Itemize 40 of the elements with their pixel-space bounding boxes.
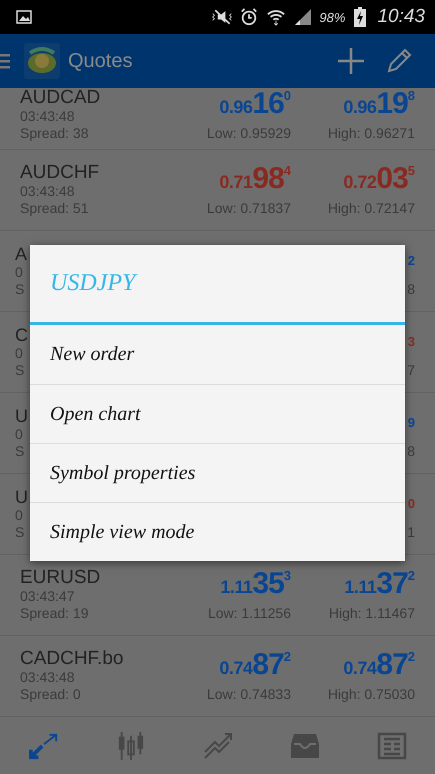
battery-percent: 98% xyxy=(319,10,346,24)
symbol-name: CADCHF.bo xyxy=(20,649,124,669)
dialog-title: USDJPY xyxy=(30,245,405,325)
mute-icon xyxy=(211,8,234,26)
menu-item[interactable]: Simple view mode xyxy=(30,502,405,561)
clock-time: 10:43 xyxy=(377,6,425,28)
ask-price: 9 xyxy=(408,414,415,432)
bid-price: 1.1135$^{3}$ xyxy=(220,568,291,602)
symbol-name: A xyxy=(15,244,28,264)
ask-price: 1.1137$^{2}$ xyxy=(344,568,415,602)
add-icon[interactable] xyxy=(337,47,365,75)
inbox-icon xyxy=(290,732,320,760)
bid-price: 0.7198$^{4}$ xyxy=(219,163,291,197)
ask-price: 3 xyxy=(408,332,415,350)
double-arrow-icon xyxy=(28,732,58,760)
gallery-icon xyxy=(16,10,32,24)
ask-price: 0.9619$^{8}$ xyxy=(343,88,415,122)
bid-price: 0.9616$^{0}$ xyxy=(219,88,291,122)
menu-icon[interactable] xyxy=(0,53,10,69)
ask-price: 2 xyxy=(408,252,415,270)
ask-price: 0.7487$^{2}$ xyxy=(343,649,415,683)
screen-title: Quotes xyxy=(68,50,132,72)
ask-price: 0 xyxy=(408,494,415,512)
pencil-icon[interactable] xyxy=(385,47,413,75)
symbol-name: AUDCHF xyxy=(20,163,100,183)
bid-price: 0.7487$^{2}$ xyxy=(219,649,291,683)
symbol-name: U xyxy=(15,487,28,507)
wifi-icon xyxy=(265,8,288,26)
symbol-name: C xyxy=(15,325,28,345)
app-logo-icon[interactable] xyxy=(24,43,60,79)
trend-lines-icon xyxy=(202,732,232,760)
battery-charging-icon xyxy=(354,7,366,27)
symbol-name: AUDCAD xyxy=(20,88,100,108)
menu-item[interactable]: Symbol properties xyxy=(30,443,405,502)
symbol-name: EURUSD xyxy=(20,568,100,588)
ask-price: 0.7203$^{5}$ xyxy=(343,163,415,197)
symbol-name: U xyxy=(15,406,28,426)
menu-item[interactable]: New order xyxy=(30,325,405,384)
menu-item[interactable]: Open chart xyxy=(30,384,405,443)
newspaper-icon xyxy=(376,732,406,760)
